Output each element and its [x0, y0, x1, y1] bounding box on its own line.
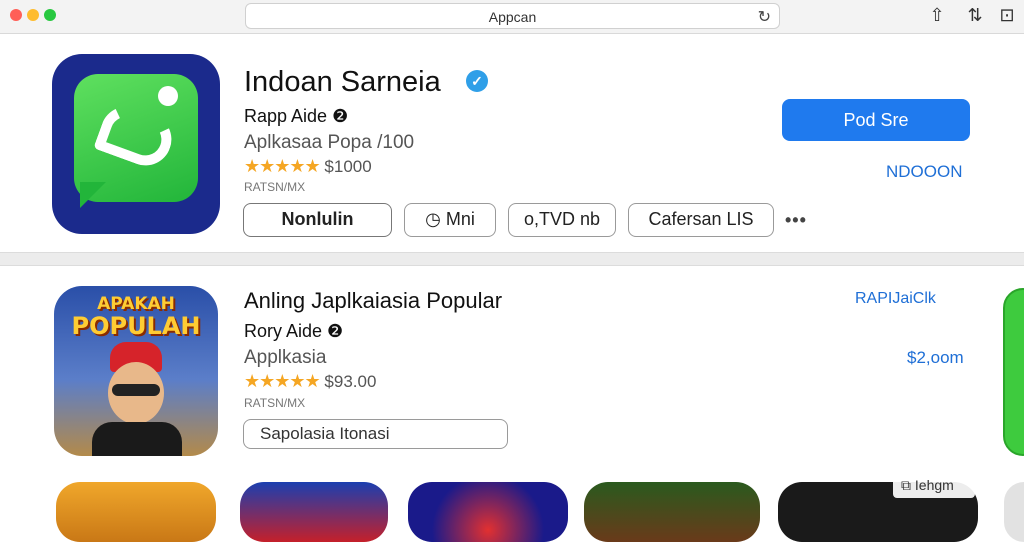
tag-pill[interactable]: Sapolasia Itonasi: [243, 419, 508, 449]
pill-button-4[interactable]: Cafersan LIS: [628, 203, 774, 237]
pill-button-3[interactable]: o,TVD nb: [508, 203, 616, 237]
edit-icon: ⧉: [901, 477, 911, 493]
verified-badge-icon: ✓: [466, 70, 488, 92]
app-category: Aplkasaa Popa /100: [244, 132, 415, 153]
image-overlay-label: ⧉ Iehgm: [893, 472, 975, 498]
sidebar-icon[interactable]: ⊡: [996, 5, 1018, 26]
character-body: [92, 422, 182, 456]
price-label[interactable]: $2,oom: [907, 348, 964, 368]
window-titlebar: Appcan ↻ ⇧ ⇅ ⊡: [0, 0, 1024, 34]
rating-text-2: $93.00: [324, 372, 377, 391]
developer-name[interactable]: Rapp Aide ❷: [244, 106, 348, 127]
minimize-window-button[interactable]: [27, 9, 39, 21]
developer-label: Rapp Aide: [244, 106, 328, 126]
address-text: Appcan: [488, 9, 537, 25]
overlay-text: Iehgm: [914, 477, 954, 493]
developer-label-2: Rory Aide: [244, 321, 323, 341]
bottom-app-icon-3[interactable]: [408, 482, 568, 542]
zoom-window-button[interactable]: [44, 9, 56, 21]
rating-row-2: ★★★★★ $93.00: [244, 371, 376, 392]
app-title-2: Anling Japlkaiasia Popular: [244, 288, 503, 313]
bubble-tail: [80, 182, 106, 208]
address-bar[interactable]: Appcan ↻: [245, 3, 780, 29]
section-divider: [0, 252, 1024, 266]
reload-icon[interactable]: ↻: [758, 7, 771, 27]
notification-dot: [158, 86, 178, 106]
close-window-button[interactable]: [10, 9, 22, 21]
app-category-2: Applkasia: [244, 347, 327, 368]
secondary-link-2[interactable]: RAPIJaiClk: [855, 290, 936, 308]
pill-button-1[interactable]: Nonlulin: [243, 203, 392, 237]
star-rating-icon: ★★★★★: [244, 156, 321, 176]
ratings-subtext-2: RATSN/MX: [244, 396, 306, 410]
game-app-icon[interactable]: APAKAH POPULAH: [54, 286, 218, 456]
pill-button-2[interactable]: ◷ Mni: [404, 203, 496, 237]
developer-name-2[interactable]: Rory Aide ❷: [244, 321, 343, 342]
bottom-app-icon-1[interactable]: [56, 482, 216, 542]
rating-row: ★★★★★ $1000: [244, 156, 372, 177]
bottom-app-icon-2[interactable]: [240, 482, 388, 542]
app-title: Indoan Sarneia: [244, 66, 441, 98]
rating-text: $1000: [324, 157, 372, 176]
bottom-app-icon-6[interactable]: [1004, 482, 1024, 542]
partial-app-icon[interactable]: [1003, 288, 1024, 456]
ratings-subtext: RATSN/MX: [244, 180, 306, 194]
get-app-button[interactable]: Pod Sre: [782, 99, 970, 141]
clock-icon: ◷: [425, 209, 441, 229]
icon-text-top: APAKAH: [97, 294, 175, 314]
icon-text-main: POPULAH: [71, 312, 201, 340]
chat-app-icon[interactable]: [52, 54, 220, 234]
character-glasses: [112, 384, 160, 396]
pill-2-label: Mni: [445, 209, 475, 229]
share-icon[interactable]: ⇧: [926, 5, 948, 26]
more-options-icon[interactable]: •••: [785, 210, 807, 231]
secondary-link[interactable]: NDOOON: [886, 162, 963, 182]
bottom-app-icon-4[interactable]: [584, 482, 760, 542]
star-rating-icon: ★★★★★: [244, 371, 321, 391]
tabs-icon[interactable]: ⇅: [964, 5, 986, 26]
